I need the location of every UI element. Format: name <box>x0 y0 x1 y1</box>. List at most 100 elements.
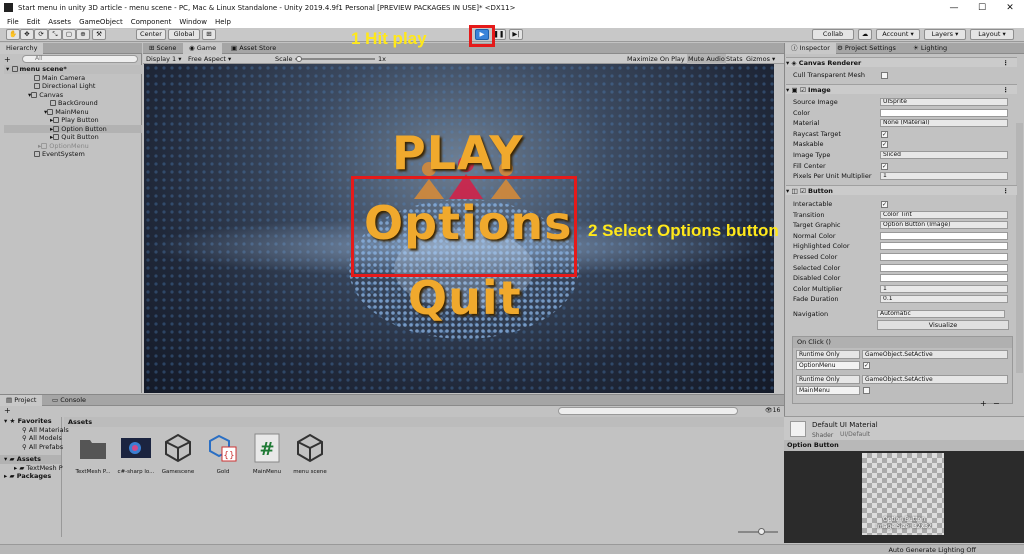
favorites-all-models[interactable]: ⚲ All Models <box>0 434 62 443</box>
menu-help[interactable]: Help <box>215 16 231 28</box>
onclick-function-dropdown-1[interactable]: GameObject.SetActive <box>862 350 1008 359</box>
image-prop-value-field[interactable]: None (Material) <box>880 119 1008 128</box>
menu-assets[interactable]: Assets <box>48 16 71 28</box>
rect-tool-icon[interactable]: ▢ <box>62 29 76 40</box>
rotate-tool-icon[interactable]: ⟳ <box>34 29 48 40</box>
component-menu-icon[interactable]: ⋮ <box>1003 85 1010 95</box>
tab-project-settings[interactable]: ⚙ Project Settings <box>831 43 902 54</box>
tree-item-directional-light[interactable]: Directional Light <box>4 82 142 91</box>
tree-item-canvas[interactable]: ▾ Canvas <box>4 91 142 100</box>
tree-item-option-button[interactable]: ▸ Option Button <box>4 124 142 133</box>
grid-snap-icon[interactable]: ⊞ <box>202 29 216 40</box>
button-prop-value-field[interactable]: Color Tint <box>880 210 1008 219</box>
onclick-remove-button[interactable]: − <box>993 399 1000 408</box>
maximize-button[interactable]: ☐ <box>968 0 996 16</box>
mute-audio-toggle[interactable]: Mute Audio <box>687 54 726 64</box>
tree-item-scene[interactable]: ▾ menu scene* <box>4 65 142 74</box>
menu-window[interactable]: Window <box>179 16 207 28</box>
tree-item-background[interactable]: BackGround <box>4 99 142 108</box>
scale-slider-handle[interactable] <box>296 56 302 62</box>
cull-transparent-checkbox[interactable] <box>881 72 888 79</box>
cloud-icon[interactable]: ☁ <box>858 29 872 40</box>
account-dropdown[interactable]: Account ▾ <box>876 29 920 40</box>
button-prop-color-field[interactable] <box>880 274 1008 283</box>
pivot-center-button[interactable]: Center <box>136 29 166 40</box>
button-prop-color-field[interactable] <box>880 253 1008 261</box>
component-image[interactable]: ▾ ▣ ☑ Image ⋮ <box>786 84 1017 94</box>
pivot-global-button[interactable]: Global <box>168 29 200 40</box>
favorites-folder[interactable]: ▾ ★ Favorites <box>0 417 61 426</box>
gizmos-dropdown[interactable]: Gizmos ▾ <box>746 54 775 64</box>
tab-scene[interactable]: ⊞ Scene <box>143 43 182 54</box>
display-dropdown[interactable]: Display 1 ▾ <box>146 54 182 64</box>
component-button[interactable]: ▾ ◫ ☑ Button ⋮ <box>786 185 1017 195</box>
shader-dropdown[interactable]: UI/Default <box>840 431 1000 439</box>
image-prop-value-field[interactable]: Sliced <box>880 151 1008 159</box>
button-prop-checkbox[interactable]: ✓ <box>881 201 888 208</box>
favorites-all-materials[interactable]: ⚲ All Materials <box>0 426 69 435</box>
asset-item[interactable]: c#-sharp lo... <box>114 433 158 475</box>
step-button[interactable]: ▶| <box>509 29 523 40</box>
tab-console[interactable]: ▭ Console <box>46 395 92 406</box>
button-prop-color-field[interactable] <box>880 263 1008 272</box>
stats-toggle[interactable]: Stats <box>726 54 743 64</box>
tree-item-quit-button[interactable]: ▸ Quit Button <box>4 133 142 142</box>
layout-dropdown[interactable]: Layout ▾ <box>970 29 1014 40</box>
minimize-button[interactable]: — <box>940 0 968 16</box>
tab-lighting[interactable]: ☀ Lighting <box>907 43 953 54</box>
asset-item[interactable]: # MainMenu <box>245 433 289 475</box>
image-prop-checkbox[interactable]: ✓ <box>881 130 888 138</box>
button-prop-value-field[interactable]: Option Button (Image) <box>880 221 1008 230</box>
hierarchy-add-button[interactable]: + <box>4 55 11 64</box>
favorites-all-prefabs[interactable]: ⚲ All Prefabs <box>0 443 63 452</box>
image-prop-checkbox[interactable]: ✓ <box>881 141 888 149</box>
tree-item-main-camera[interactable]: Main Camera <box>4 74 142 83</box>
component-menu-icon[interactable]: ⋮ <box>1003 186 1010 196</box>
menu-component[interactable]: Component <box>131 16 172 28</box>
image-prop-value-field[interactable]: 1 <box>880 172 1008 181</box>
project-add-button[interactable]: + <box>4 406 11 415</box>
asset-item[interactable]: {} Gold <box>201 433 245 475</box>
scale-tool-icon[interactable]: ⤡ <box>48 29 62 40</box>
button-prop-color-field[interactable] <box>880 242 1008 251</box>
layers-dropdown[interactable]: Layers ▾ <box>924 29 966 40</box>
menu-gameobject[interactable]: GameObject <box>79 16 123 28</box>
asset-item[interactable]: TextMesh P... <box>71 433 115 475</box>
tree-item-play-button[interactable]: ▸ Play Button <box>4 116 142 125</box>
menu-edit[interactable]: Edit <box>27 16 41 28</box>
tab-inspector[interactable]: ⓘ Inspector <box>785 43 836 54</box>
image-prop-value-field[interactable]: UISprite <box>880 98 1008 106</box>
menu-file[interactable]: File <box>7 16 19 28</box>
tree-item-optionmenu[interactable]: ▸ OptionMenu <box>4 142 142 151</box>
close-button[interactable]: ✕ <box>996 0 1024 16</box>
inspector-scrollbar[interactable] <box>1016 123 1023 373</box>
tree-item-eventsystem[interactable]: EventSystem <box>4 150 142 159</box>
image-prop-color-field[interactable] <box>880 108 1008 117</box>
onclick-bool-checkbox-2[interactable] <box>863 387 870 394</box>
component-canvas-renderer[interactable]: ▾ ◈ Canvas Renderer ⋮ <box>786 57 1017 67</box>
project-breadcrumb[interactable]: Assets <box>64 417 784 427</box>
navigation-dropdown[interactable]: Automatic <box>877 310 1005 318</box>
tab-game[interactable]: ◉ Game <box>183 43 223 54</box>
scale-slider[interactable] <box>295 58 375 60</box>
hand-tool-icon[interactable]: ✋ <box>6 29 20 40</box>
button-prop-color-field[interactable] <box>880 231 1008 240</box>
maximize-on-play-toggle[interactable]: Maximize On Play <box>627 54 685 64</box>
aspect-dropdown[interactable]: Free Aspect ▾ <box>188 54 231 64</box>
onclick-mode-dropdown-1[interactable]: Runtime Only <box>796 350 860 359</box>
onclick-object-field-1[interactable]: OptionMenu <box>796 361 860 370</box>
icon-size-slider-handle[interactable] <box>758 528 765 535</box>
hierarchy-search-input[interactable]: All <box>22 55 138 63</box>
button-prop-value-field[interactable]: 1 <box>880 284 1008 293</box>
onclick-bool-checkbox-1[interactable]: ✓ <box>863 362 870 369</box>
tab-hierarchy[interactable]: Hierarchy <box>0 43 44 54</box>
textmesh-folder[interactable]: ▸ ▰ TextMesh P <box>0 464 63 473</box>
collab-button[interactable]: Collab <box>812 29 854 40</box>
transform-tool-icon[interactable]: ⊕ <box>76 29 90 40</box>
assets-folder[interactable]: ▾ ▰ Assets <box>0 455 61 464</box>
component-menu-icon[interactable]: ⋮ <box>1003 58 1010 68</box>
visualize-button[interactable]: Visualize <box>877 320 1009 330</box>
onclick-object-field-2[interactable]: MainMenu <box>796 386 860 395</box>
button-prop-value-field[interactable]: 0.1 <box>880 295 1008 304</box>
packages-folder[interactable]: ▸ ▰ Packages <box>0 472 61 481</box>
